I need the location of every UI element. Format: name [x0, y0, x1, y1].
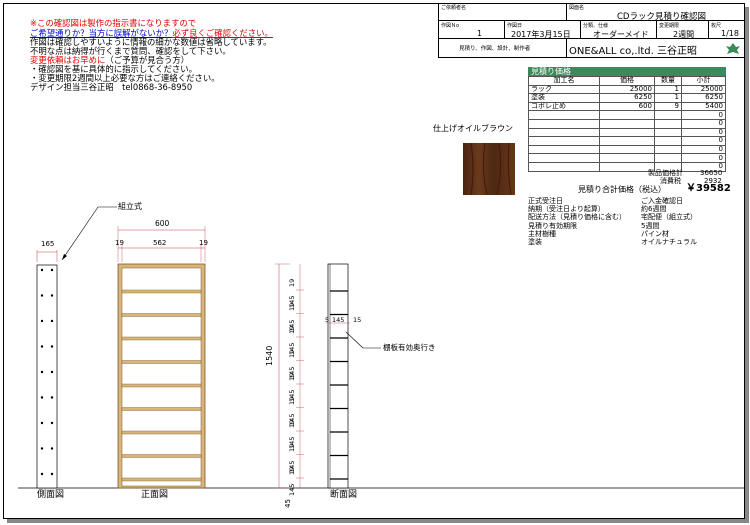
shelf-pin-hole [40, 319, 44, 323]
dim-15: 15 [353, 316, 362, 324]
dim-600: 600 [155, 219, 170, 228]
front-view-label: 正面図 [141, 490, 169, 500]
section-dim-label: 19 [288, 466, 296, 475]
shelf-pin-hole [50, 294, 54, 297]
shelf-pin-hole [50, 370, 54, 374]
shelf-pin-hole [40, 294, 44, 297]
front-shelf [121, 454, 202, 458]
section-dim-label: 19 [288, 419, 296, 428]
dim-165: 165 [41, 240, 55, 248]
shelf-depth-label: 棚板有効奥行き [383, 343, 436, 352]
shelf-pin-hole [50, 319, 54, 323]
front-shelf [121, 383, 202, 388]
dim-145-depth: 145 [332, 316, 345, 324]
shelf-pin-hole [50, 472, 54, 476]
front-shelf [121, 289, 202, 294]
assembly-label: 組立式 [118, 202, 142, 211]
section-dim-label: 19 [288, 396, 296, 405]
front-shelf [121, 477, 202, 482]
shelf-pin-hole [40, 447, 44, 450]
dim-5: 5 [325, 316, 330, 324]
dim-1540: 1540 [265, 345, 274, 366]
front-shelf [121, 336, 202, 341]
shelf-pin-hole [50, 345, 54, 348]
dim-45: 45 [284, 499, 292, 508]
section-dim-label: 19 [288, 372, 296, 381]
shelf-pin-hole [50, 268, 54, 272]
section-dim-label: 19 [288, 443, 296, 452]
dim-19-right: 19 [199, 239, 208, 247]
dim-19-left: 19 [115, 239, 124, 247]
front-shelf [121, 430, 202, 435]
shelf-pin-hole [40, 370, 44, 374]
dim-562: 562 [153, 239, 167, 247]
front-shelf [121, 360, 202, 364]
shelf-pin-hole [50, 421, 54, 425]
shelf-pin-hole [50, 447, 54, 450]
shelf-pin-hole [40, 345, 44, 348]
front-shelf [121, 407, 202, 411]
section-view-label: 断面図 [330, 490, 358, 500]
front-shelf [121, 313, 202, 317]
section-dim-label: 19 [288, 302, 296, 311]
shelf-pin-hole [40, 472, 44, 476]
shelf-pin-hole [40, 268, 44, 272]
shelf-pin-hole [40, 421, 44, 425]
section-dim-label: 19 [288, 325, 296, 334]
section-dim-label: 19 [288, 278, 296, 287]
technical-drawing [18, 206, 745, 489]
shelf-pin-hole [50, 396, 54, 399]
section-dim-label: 145 [288, 483, 296, 496]
shelf-pin-hole [40, 396, 44, 399]
side-view-label: 側面図 [37, 490, 65, 500]
section-dim-label: 19 [288, 349, 296, 358]
